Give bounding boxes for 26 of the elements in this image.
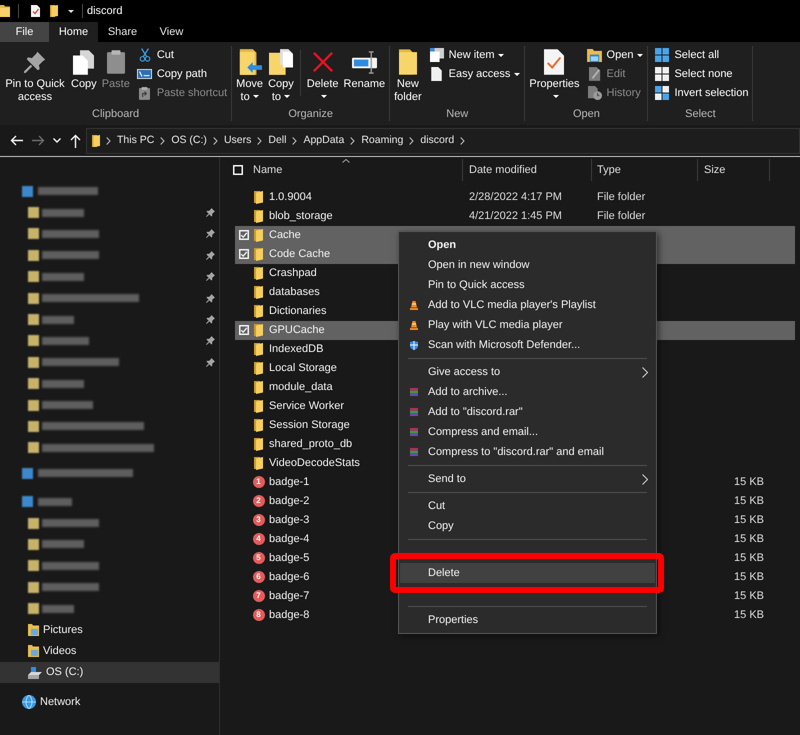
file-size-text: 15 KB — [734, 514, 764, 526]
group-label: Clipboard — [92, 108, 140, 122]
file-size-text: 15 KB — [734, 476, 764, 488]
file-size-text: 15 KB — [734, 570, 764, 584]
number-thumbnail: 5 — [252, 552, 264, 564]
number-thumbnail: 7 — [252, 590, 264, 602]
date-modified-text: 4/21/2022 1:45 PM — [469, 210, 562, 222]
number-thumbnail: 1 — [252, 476, 264, 488]
number-thumbnail: 2 — [252, 495, 264, 507]
file-size-text: 15 KB — [734, 532, 764, 546]
file-size-text: 15 KB — [734, 494, 764, 508]
file-type-text: File folder — [597, 190, 646, 202]
window-title: discord — [87, 4, 122, 18]
file-size-text: 15 KB — [734, 608, 764, 622]
group-label: Select — [685, 108, 716, 122]
number-thumbnail: 6 — [252, 571, 264, 583]
group-label: Open — [572, 108, 600, 122]
number-thumbnail: 4 — [252, 533, 264, 545]
number-thumbnail: 3 — [252, 514, 264, 526]
number-thumbnail: 8 — [252, 609, 264, 621]
group-label: Organize — [288, 108, 333, 122]
file-size-text: 15 KB — [734, 590, 764, 602]
file-size-text: 15 KB — [734, 552, 764, 564]
file-type-text: File folder — [597, 210, 646, 222]
date-modified-text: 2/28/2022 4:17 PM — [469, 190, 562, 202]
group-label: New — [446, 108, 468, 122]
